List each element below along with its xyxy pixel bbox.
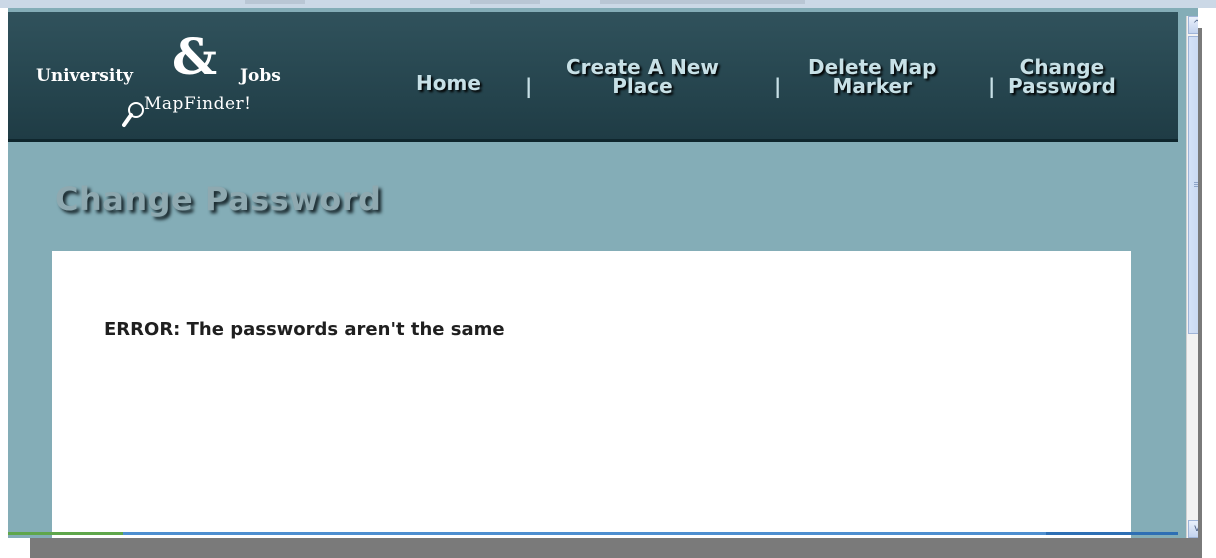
logo-word-university: University (36, 66, 134, 86)
browser-top-strip (0, 0, 1216, 8)
nav-delete-line2: Marker (832, 74, 912, 98)
page-title: Change Password (55, 180, 382, 218)
scrollbar-thumb[interactable] (1188, 36, 1198, 334)
logo-subtitle: MapFinder! (144, 94, 252, 114)
top-strip-segment (600, 0, 805, 4)
bottom-border-accent (1046, 532, 1178, 535)
scroll-down-arrow-icon[interactable]: v (1188, 520, 1198, 538)
error-message: ERROR: The passwords aren't the same (104, 319, 505, 340)
vertical-scrollbar[interactable]: ^ v (1186, 16, 1198, 538)
nav-change-line2: Password (1008, 74, 1116, 98)
nav-create-line2: Place (612, 74, 673, 98)
scroll-up-arrow-icon[interactable]: ^ (1188, 16, 1198, 34)
bottom-border (8, 532, 1178, 535)
site-logo[interactable]: University & Jobs MapFinder! (36, 32, 286, 132)
scrollbar-grip-icon (1194, 182, 1198, 183)
site-header: University & Jobs MapFinder! Home | Crea… (8, 12, 1178, 142)
nav-create-new-place[interactable]: Create A New Place (566, 57, 719, 98)
nav-delete-map-marker[interactable]: Delete Map Marker (808, 57, 936, 98)
nav-separator: | (774, 74, 782, 98)
top-strip-segment (470, 0, 540, 4)
nav-separator: | (988, 74, 996, 98)
logo-ampersand: & (172, 27, 218, 86)
page-window: University & Jobs MapFinder! Home | Crea… (8, 8, 1198, 538)
logo-word-jobs: Jobs (240, 66, 281, 86)
top-strip-segment (245, 0, 305, 4)
nav-change-password[interactable]: Change Password (1008, 57, 1116, 98)
bottom-border-accent (8, 532, 123, 535)
nav-separator: | (525, 74, 533, 98)
content-panel: ERROR: The passwords aren't the same (52, 251, 1131, 538)
nav-home[interactable]: Home (416, 73, 481, 93)
